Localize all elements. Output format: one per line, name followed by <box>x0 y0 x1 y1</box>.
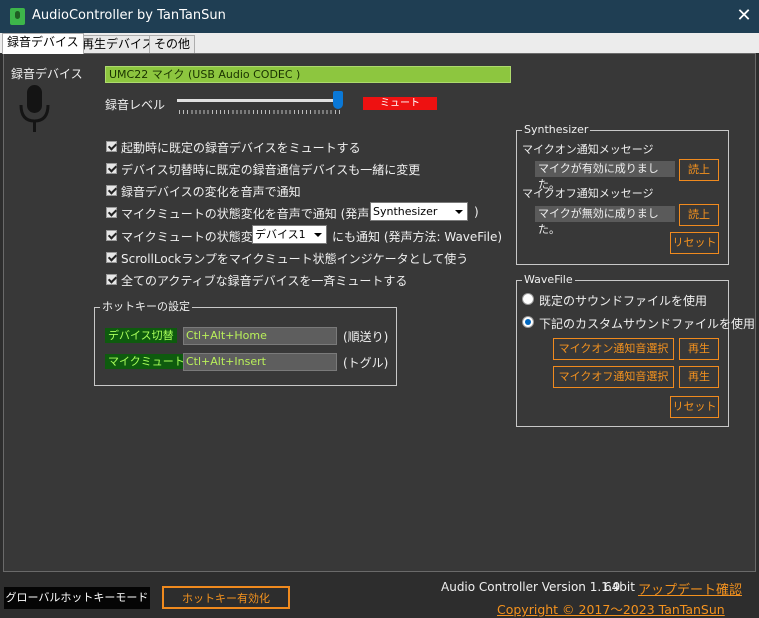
hotkey-group-title: ホットキーの設定 <box>100 300 192 314</box>
window-title: AudioController by TanTanSun <box>32 8 226 23</box>
device-switch-hotkey-input[interactable]: Ctl+Alt+Home <box>183 327 337 345</box>
voice-method-select[interactable]: Synthesizer <box>370 202 468 221</box>
voice-method-value: Synthesizer <box>373 205 438 218</box>
select-mic-off-sound-button[interactable]: マイクオフ通知音選択 <box>553 366 674 388</box>
hotkey-group: ホットキーの設定 デバイス切替 Ctl+Alt+Home (順送り) マイクミュ… <box>94 300 397 386</box>
mute-button[interactable]: ミュート <box>363 97 437 110</box>
voice-method-suffix: ) <box>474 205 479 219</box>
wavefile-group: WaveFile 既定のサウンドファイルを使用 下記のカスタムサウンドファイルを… <box>516 273 755 427</box>
mic-off-message-label: マイクオフ通知メッセージ <box>522 187 654 200</box>
play-mic-off-sound-button[interactable]: 再生 <box>679 366 719 388</box>
copyright-link[interactable]: Copyright © 2017～2023 TanTanSun <box>497 599 725 618</box>
recording-panel: 録音デバイス UMC22 マイク (USB Audio CODEC ) 録音レベ… <box>3 53 756 572</box>
tab-strip: 録音デバイス 再生デバイス その他 <box>0 33 759 54</box>
option-checkbox[interactable] <box>106 274 117 285</box>
custom-sound-label: 下記のカスタムサウンドファイルを使用 <box>539 317 756 331</box>
custom-sound-radio[interactable] <box>522 316 534 328</box>
title-bar: AudioController by TanTanSun ✕ <box>0 0 759 33</box>
microphone-app-icon <box>10 8 25 25</box>
notify-device-value: デバイス1 <box>255 228 306 241</box>
synthesizer-reset-button[interactable]: リセット <box>670 232 719 254</box>
synthesizer-group: Synthesizer マイクオン通知メッセージ マイクが有効に成りました。 読… <box>516 123 729 265</box>
mic-on-message-input[interactable]: マイクが有効に成りました。 <box>535 161 675 191</box>
mic-off-message-input[interactable]: マイクが無効に成りました。 <box>535 206 675 236</box>
option-label: 起動時に既定の録音デバイスをミュートする <box>121 141 361 155</box>
chevron-down-icon <box>314 233 322 237</box>
wavefile-group-title: WaveFile <box>522 273 575 287</box>
mic-on-message-label: マイクオン通知メッセージ <box>522 143 654 156</box>
select-mic-on-sound-button[interactable]: マイクオン通知音選択 <box>553 338 674 360</box>
chevron-down-icon <box>455 210 463 214</box>
option-label: ScrollLockランプをマイクミュート状態インジケータとして使う <box>121 252 469 266</box>
enable-hotkey-button[interactable]: ホットキー有効化 <box>162 586 290 609</box>
tab-recording-devices[interactable]: 録音デバイス <box>2 33 84 54</box>
option-checkbox[interactable] <box>106 163 117 174</box>
level-slider-ticks <box>179 110 343 114</box>
default-sound-label: 既定のサウンドファイルを使用 <box>539 294 708 308</box>
option-checkbox[interactable] <box>106 185 117 196</box>
synthesizer-group-title: Synthesizer <box>522 123 591 137</box>
arch-text: 64bit <box>604 580 635 594</box>
update-check-link[interactable]: アップデート確認 <box>638 579 742 598</box>
mic-mute-note: (トグル) <box>343 356 389 370</box>
close-button[interactable]: ✕ <box>733 5 755 27</box>
notify-device-select[interactable]: デバイス1 <box>252 225 327 244</box>
level-slider-track[interactable] <box>177 99 343 102</box>
wavefile-reset-button[interactable]: リセット <box>670 396 719 418</box>
level-slider-thumb[interactable] <box>333 91 344 109</box>
notify-device-suffix: にも通知 (発声方法: WaveFile) <box>332 230 503 244</box>
level-label: 録音レベル <box>105 98 166 112</box>
default-sound-radio[interactable] <box>522 293 534 305</box>
device-label: 録音デバイス <box>11 67 83 81</box>
option-label: 録音デバイスの変化を音声で通知 <box>121 185 301 199</box>
option-label: マイクミュートの状態変化を音声で通知 (発声方法: <box>121 207 398 221</box>
version-text: Audio Controller Version 1.1.9 <box>441 580 621 594</box>
play-mic-on-sound-button[interactable]: 再生 <box>679 338 719 360</box>
option-checkbox[interactable] <box>106 207 117 218</box>
tab-playback-devices[interactable]: 再生デバイス <box>77 35 159 53</box>
read-on-message-button[interactable]: 読上 <box>679 159 719 181</box>
tab-other[interactable]: その他 <box>149 35 196 53</box>
option-label: デバイス切替時に既定の録音通信デバイスも一緒に変更 <box>121 163 421 177</box>
option-checkbox[interactable] <box>106 141 117 152</box>
mic-mute-hotkey-input[interactable]: Ctl+Alt+Insert <box>183 353 337 371</box>
global-hotkey-mode-indicator: グローバルホットキーモード <box>4 587 150 609</box>
microphone-icon <box>19 85 50 132</box>
device-switch-note: (順送り) <box>343 330 389 344</box>
device-selector[interactable]: UMC22 マイク (USB Audio CODEC ) <box>105 66 511 83</box>
option-checkbox[interactable] <box>106 252 117 263</box>
mic-mute-label: マイクミュート <box>105 354 188 369</box>
read-off-message-button[interactable]: 読上 <box>679 204 719 226</box>
device-switch-label: デバイス切替 <box>105 328 177 343</box>
option-checkbox[interactable] <box>106 230 117 241</box>
option-label: 全てのアクティブな録音デバイスを一斉ミュートする <box>121 274 408 288</box>
